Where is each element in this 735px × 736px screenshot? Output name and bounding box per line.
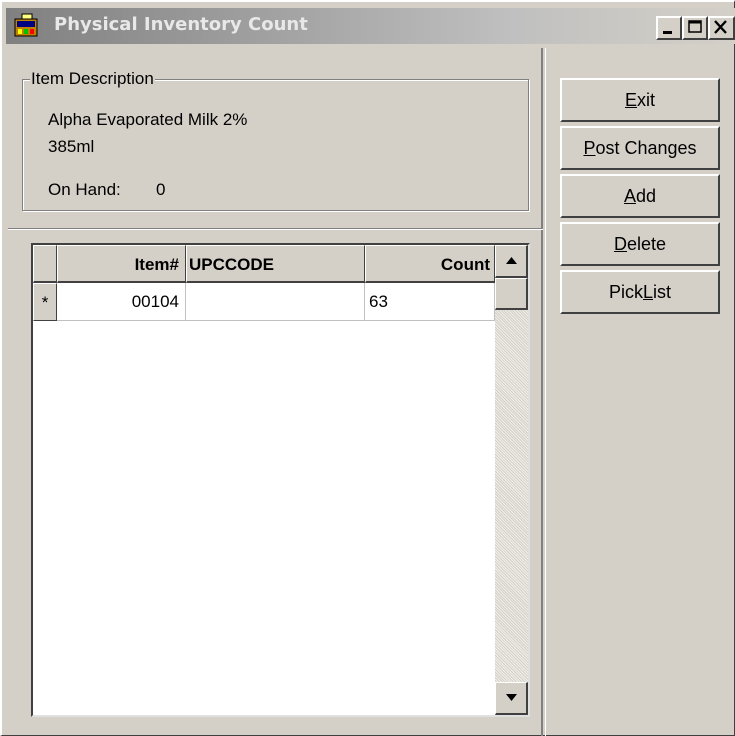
minimize-icon [663, 31, 672, 34]
window-title: Physical Inventory Count [54, 14, 308, 35]
arrow-up-icon [506, 257, 517, 264]
row-selector[interactable]: * [33, 283, 57, 321]
delete-button[interactable]: Delete [560, 222, 720, 266]
maximize-icon [688, 20, 702, 33]
on-hand-label: On Hand: [48, 180, 121, 199]
cell-item[interactable]: 00104 [57, 283, 186, 321]
inventory-grid[interactable]: Item# UPCCODE Count * 00104 63 [31, 243, 530, 717]
column-header-count[interactable]: Count [365, 245, 495, 283]
add-button[interactable]: Add [560, 174, 720, 218]
scroll-thumb[interactable] [495, 278, 528, 310]
maximize-button[interactable] [682, 16, 708, 40]
close-button[interactable] [708, 16, 735, 40]
pane-separator [8, 228, 543, 230]
exit-button[interactable]: Exit [560, 78, 720, 122]
arrow-down-icon [506, 694, 517, 701]
minimize-button[interactable] [656, 16, 682, 40]
column-header-upccode[interactable]: UPCCODE [186, 245, 365, 283]
grid-corner-header[interactable] [33, 245, 57, 283]
scroll-down-button[interactable] [495, 682, 528, 715]
vertical-scrollbar[interactable] [495, 245, 528, 715]
item-name-line1: Alpha Evaporated Milk 2% [48, 110, 248, 129]
title-bar[interactable]: Physical Inventory Count [6, 8, 735, 44]
item-name-line2: 385ml [48, 137, 95, 156]
scroll-up-button[interactable] [495, 245, 528, 278]
on-hand-value: 0 [156, 180, 166, 199]
close-icon [714, 20, 727, 34]
post-changes-button[interactable]: Post Changes [560, 126, 720, 170]
picklist-button[interactable]: PickList [560, 270, 720, 314]
cell-upccode[interactable] [186, 283, 365, 321]
item-description-legend: Item Description [30, 69, 155, 89]
app-icon[interactable] [14, 13, 40, 39]
cell-count[interactable]: 63 [365, 283, 495, 321]
column-header-item[interactable]: Item# [57, 245, 186, 283]
